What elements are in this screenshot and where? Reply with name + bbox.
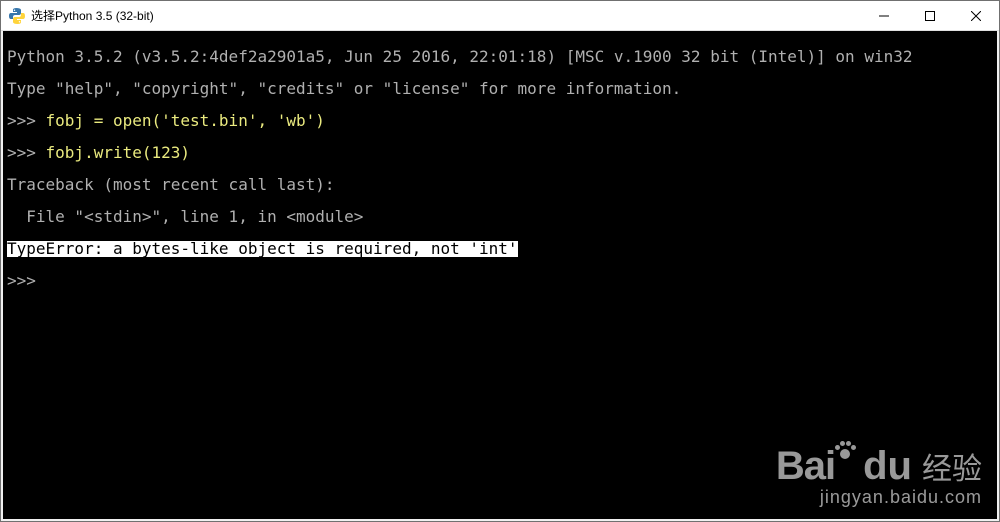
prompt-line: >>> fobj.write(123): [7, 145, 993, 161]
prompt-line: >>> fobj = open('test.bin', 'wb'): [7, 113, 993, 129]
error-text: TypeError: a bytes-like object is requir…: [7, 241, 518, 257]
banner-line: Type "help", "copyright", "credits" or "…: [7, 81, 993, 97]
maximize-button[interactable]: [907, 1, 953, 30]
minimize-button[interactable]: [861, 1, 907, 30]
window: 选择Python 3.5 (32-bit) Python 3.5.2 (v3.5…: [0, 0, 1000, 522]
python-icon: [9, 8, 25, 24]
traceback-line: Traceback (most recent call last):: [7, 177, 993, 193]
console-area[interactable]: Python 3.5.2 (v3.5.2:4def2a2901a5, Jun 2…: [1, 31, 999, 521]
window-controls: [861, 1, 999, 30]
close-button[interactable]: [953, 1, 999, 30]
traceback-line: File "<stdin>", line 1, in <module>: [7, 209, 993, 225]
command-text: fobj.write(123): [46, 143, 191, 162]
error-line: TypeError: a bytes-like object is requir…: [7, 241, 993, 257]
prompt-line: >>>: [7, 273, 993, 289]
titlebar[interactable]: 选择Python 3.5 (32-bit): [1, 1, 999, 31]
command-text: fobj = open('test.bin', 'wb'): [46, 111, 325, 130]
banner-line: Python 3.5.2 (v3.5.2:4def2a2901a5, Jun 2…: [7, 49, 993, 65]
window-title: 选择Python 3.5 (32-bit): [31, 7, 861, 24]
